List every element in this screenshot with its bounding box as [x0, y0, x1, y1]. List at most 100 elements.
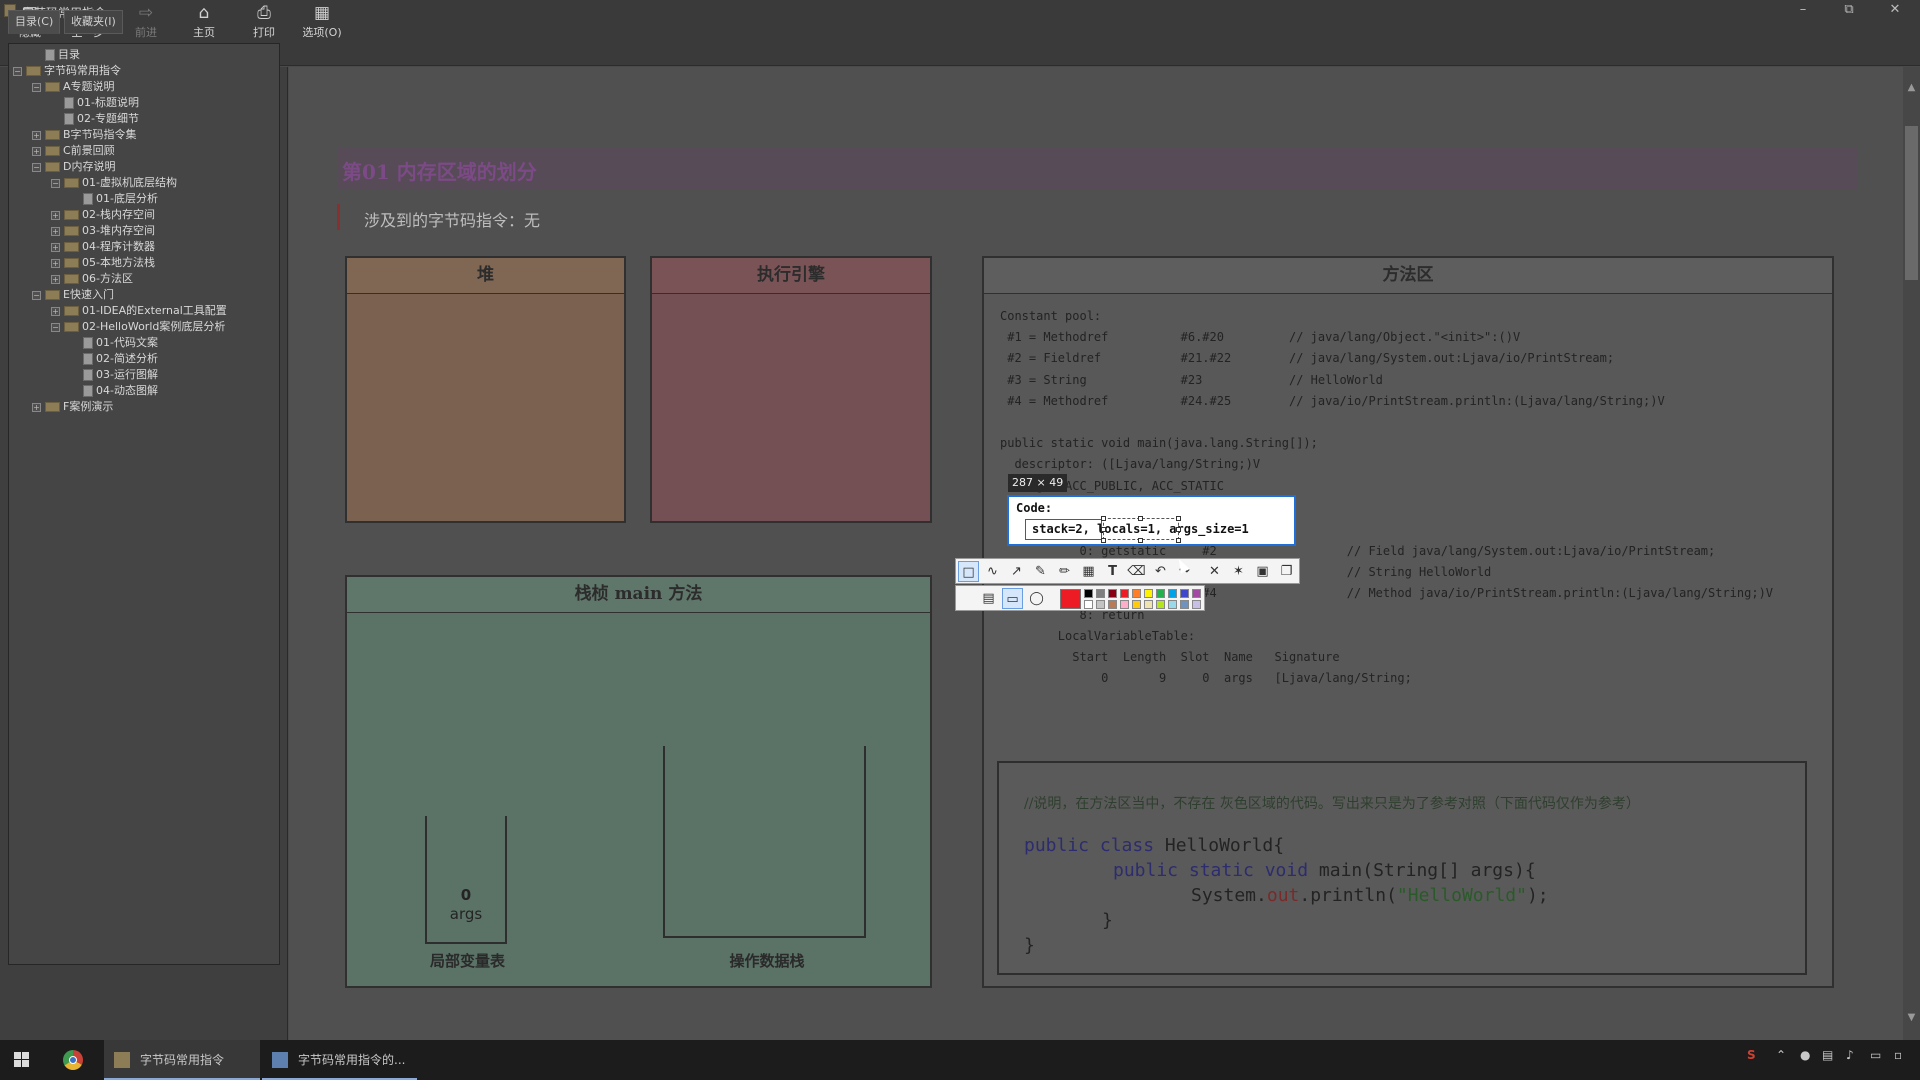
color-swatch[interactable] [1132, 600, 1141, 609]
tree-item[interactable]: − 字节码常用指令 [9, 63, 279, 79]
options-button[interactable]: ▦ 选项(O) [294, 2, 350, 42]
hatch-icon[interactable]: ▤ [978, 588, 999, 609]
tree-item[interactable]: + C前景回顾 [9, 143, 279, 159]
tree-item[interactable]: 01-标题说明 [9, 95, 279, 111]
color-swatch[interactable] [1168, 600, 1177, 609]
microphone-icon[interactable]: ● [1800, 1048, 1810, 1062]
color-swatch[interactable] [1144, 589, 1153, 598]
forward-button[interactable]: ⇨ 前进 [118, 2, 174, 42]
color-swatch[interactable] [1132, 589, 1141, 598]
expand-icon[interactable]: + [51, 274, 60, 284]
resize-handle[interactable] [1176, 527, 1181, 532]
taskbar-app-second[interactable]: 字节码常用指令的... [262, 1040, 417, 1080]
resize-handle[interactable] [1101, 538, 1106, 543]
tree-item[interactable]: +05-本地方法栈 [9, 255, 279, 271]
expand-icon[interactable]: + [51, 226, 60, 236]
tab-contents[interactable]: 目录(C) [8, 10, 61, 34]
curve-icon[interactable]: ∿ [982, 561, 1003, 582]
expand-icon[interactable]: + [51, 306, 60, 316]
pin-icon[interactable]: ✶ [1228, 561, 1249, 582]
color-swatch[interactable] [1180, 600, 1189, 609]
copy-icon[interactable]: ❐ [1276, 561, 1297, 582]
tree-item[interactable]: − 01-虚拟机底层结构 [9, 175, 279, 191]
rectangle-icon[interactable]: ▭ [1002, 588, 1023, 609]
close-icon[interactable]: ✕ [1204, 561, 1225, 582]
resize-handle[interactable] [1138, 516, 1143, 521]
tree-item[interactable]: +01-IDEA的External工具配置 [9, 303, 279, 319]
tree-item[interactable]: 01-底层分析 [9, 191, 279, 207]
tree-item[interactable]: +06-方法区 [9, 271, 279, 287]
network-icon[interactable]: ▤ [1822, 1048, 1833, 1062]
color-swatch[interactable] [1120, 600, 1129, 609]
dashed-annotation[interactable] [1103, 518, 1179, 540]
tree-item[interactable]: 01-代码文案 [9, 335, 279, 351]
color-swatch[interactable] [1096, 600, 1105, 609]
highlighter-icon[interactable]: ✏ [1054, 561, 1075, 582]
collapse-icon[interactable]: − [51, 178, 60, 188]
color-swatch[interactable] [1096, 589, 1105, 598]
volume-icon[interactable]: ♪ [1846, 1048, 1854, 1062]
tree-item[interactable]: 04-动态图解 [9, 383, 279, 399]
expand-icon[interactable]: + [51, 258, 60, 268]
resize-handle[interactable] [1176, 516, 1181, 521]
resize-handle[interactable] [1101, 516, 1106, 521]
taskbar-app-help[interactable]: 字节码常用指令 [104, 1040, 260, 1080]
text-icon[interactable]: T [1102, 561, 1123, 582]
tree-item[interactable]: + F案例演示 [9, 399, 279, 415]
collapse-icon[interactable]: − [32, 162, 41, 172]
color-swatch[interactable] [1120, 589, 1129, 598]
ellipse-icon[interactable]: ◯ [1026, 588, 1047, 609]
arrow-icon[interactable]: ↗ [1006, 561, 1027, 582]
tree-item[interactable]: − 02-HelloWorld案例底层分析 [9, 319, 279, 335]
tray-expand-icon[interactable]: ⌃ [1776, 1048, 1786, 1062]
collapse-icon[interactable]: − [13, 66, 22, 76]
color-swatch[interactable] [1084, 589, 1093, 598]
tree-item[interactable]: + B字节码指令集 [9, 127, 279, 143]
tree-item[interactable]: − E快速入门 [9, 287, 279, 303]
resize-handle[interactable] [1101, 527, 1106, 532]
color-swatch[interactable] [1168, 589, 1177, 598]
current-color-swatch[interactable] [1060, 589, 1081, 609]
eraser-icon[interactable]: ⌫ [1126, 561, 1147, 582]
scroll-up-icon[interactable]: ▲ [1903, 80, 1920, 96]
color-swatch[interactable] [1108, 589, 1117, 598]
tree-item[interactable]: 02-专题细节 [9, 111, 279, 127]
save-icon[interactable]: ▣ [1252, 561, 1273, 582]
home-button[interactable]: ⌂ 主页 [176, 2, 232, 42]
tree-item[interactable]: − A专题说明 [9, 79, 279, 95]
color-swatch[interactable] [1180, 589, 1189, 598]
battery-icon[interactable]: ▭ [1870, 1048, 1881, 1062]
pen-icon[interactable]: ✎ [1030, 561, 1051, 582]
close-button[interactable]: ✕ [1872, 0, 1918, 22]
tree-item[interactable]: − D内存说明 [9, 159, 279, 175]
rect-select-icon[interactable]: □ [958, 561, 979, 582]
tab-favorites[interactable]: 收藏夹(I) [64, 10, 123, 34]
expand-icon[interactable]: + [32, 402, 41, 412]
color-swatch[interactable] [1156, 600, 1165, 609]
color-swatch[interactable] [1192, 589, 1201, 598]
tree-item[interactable]: 02-简述分析 [9, 351, 279, 367]
tree-item[interactable]: 目录 [9, 47, 279, 63]
tree-item[interactable]: 03-运行图解 [9, 367, 279, 383]
expand-icon[interactable]: + [32, 146, 41, 156]
expand-icon[interactable]: + [51, 242, 60, 252]
color-swatch[interactable] [1084, 600, 1093, 609]
tree-item[interactable]: +02-栈内存空间 [9, 207, 279, 223]
color-swatch[interactable] [1108, 600, 1117, 609]
minimize-button[interactable]: – [1780, 0, 1826, 22]
print-button[interactable]: ⎙ 打印 [236, 2, 292, 42]
color-swatch[interactable] [1156, 589, 1165, 598]
resize-handle[interactable] [1176, 538, 1181, 543]
collapse-icon[interactable]: − [51, 322, 60, 332]
scrollbar-thumb[interactable] [1905, 126, 1918, 280]
color-swatch[interactable] [1192, 600, 1201, 609]
expand-icon[interactable]: + [51, 210, 60, 220]
mosaic-icon[interactable]: ▦ [1078, 561, 1099, 582]
scroll-down-icon[interactable]: ▼ [1903, 1010, 1920, 1026]
collapse-icon[interactable]: − [32, 82, 41, 92]
expand-icon[interactable]: + [32, 130, 41, 140]
collapse-icon[interactable]: − [32, 290, 41, 300]
tree-item[interactable]: +03-堆内存空间 [9, 223, 279, 239]
windows-start-icon[interactable] [14, 1052, 30, 1068]
tree-item[interactable]: +04-程序计数器 [9, 239, 279, 255]
